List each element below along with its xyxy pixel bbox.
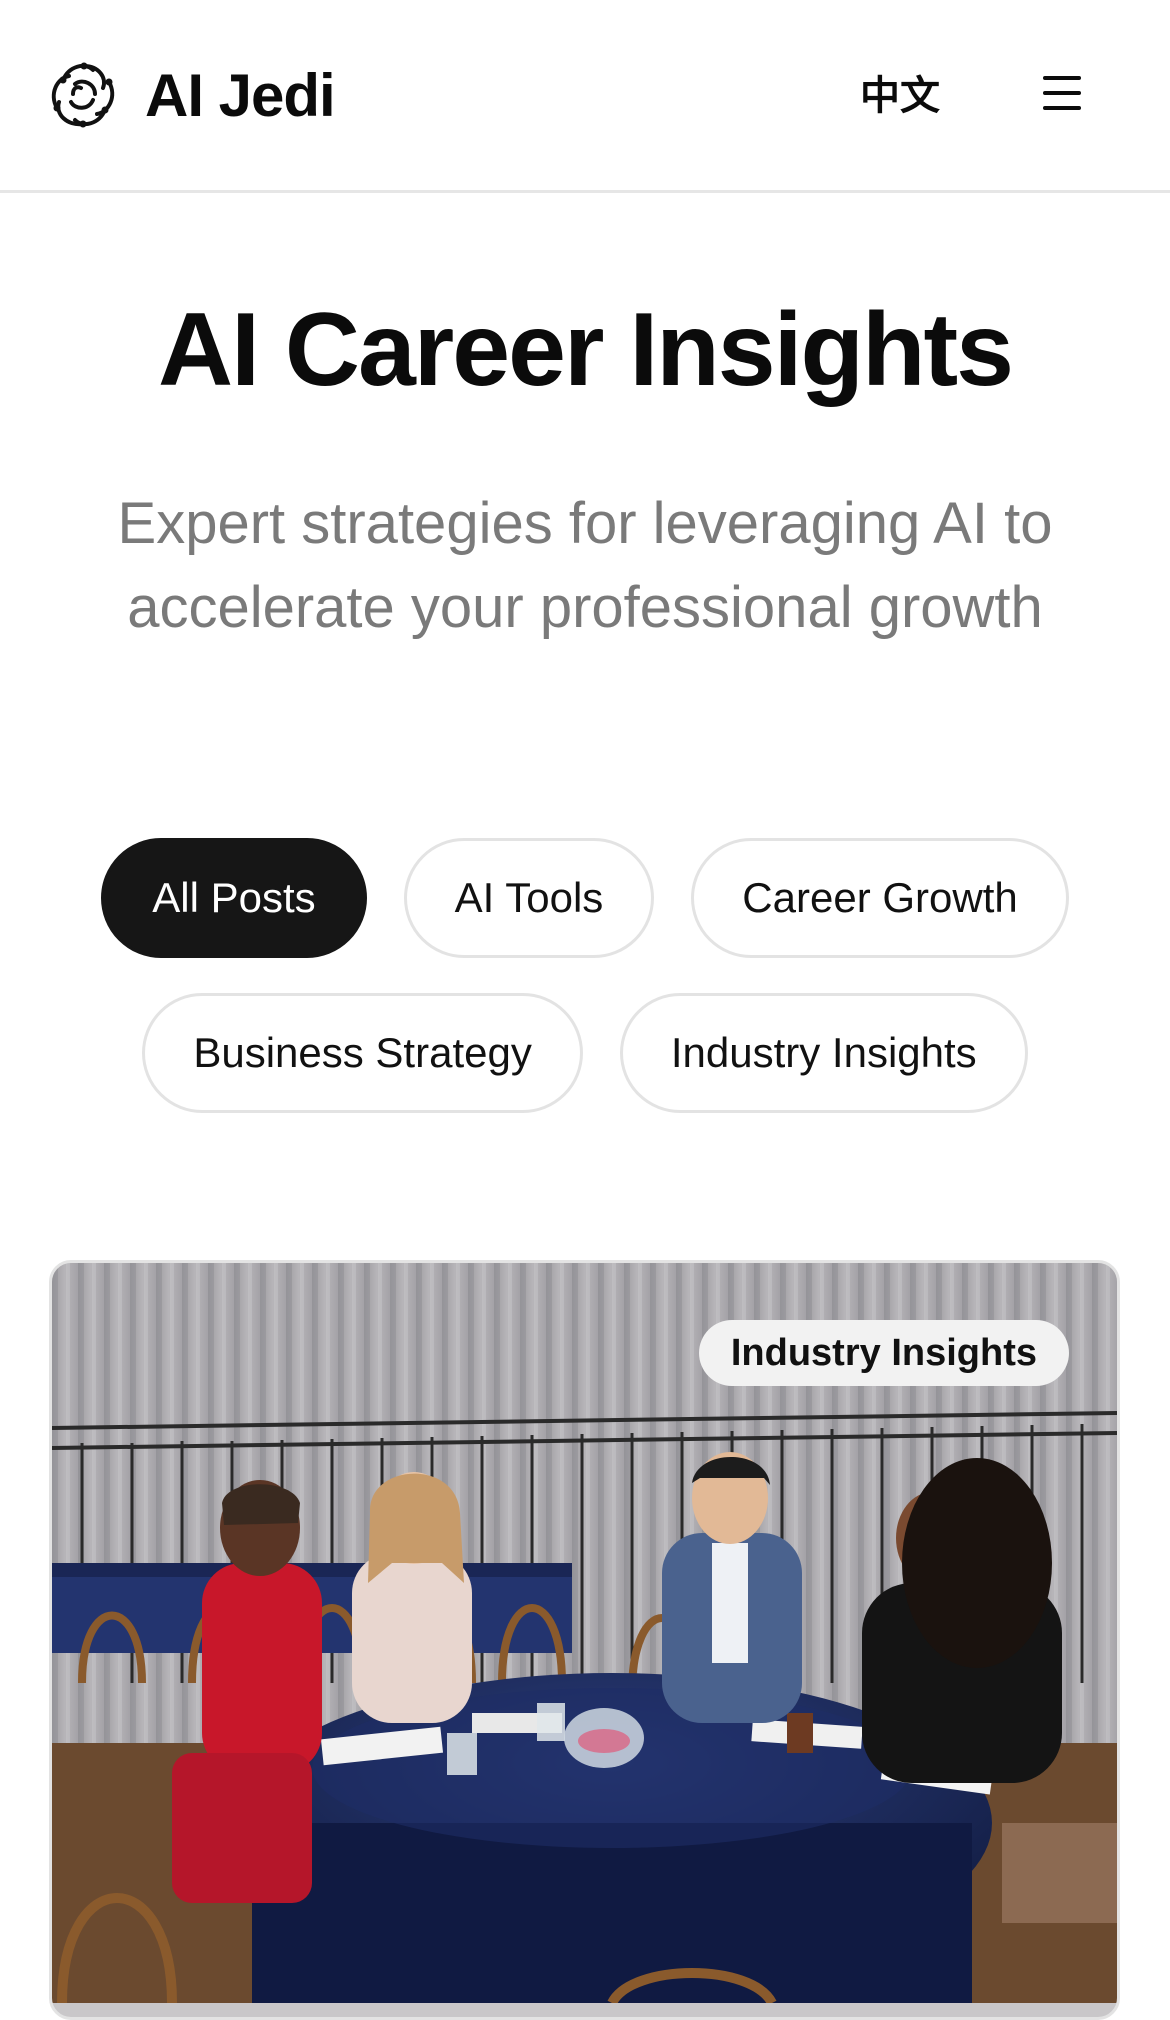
filter-industry-insights[interactable]: Industry Insights: [619, 993, 1028, 1113]
page-subtitle: Expert strategies for leveraging AI to a…: [117, 491, 1053, 640]
menu-bar: [1043, 91, 1081, 95]
featured-post-card[interactable]: Industry Insights: [49, 1260, 1120, 2020]
hamburger-menu-icon[interactable]: [1040, 76, 1084, 116]
language-switch-link[interactable]: 中文: [860, 68, 940, 124]
filter-all-posts[interactable]: All Posts: [101, 838, 367, 958]
site-logo-text[interactable]: AI Jedi: [145, 60, 336, 132]
filter-ai-tools[interactable]: AI Tools: [403, 838, 655, 958]
filter-career-growth[interactable]: Career Growth: [691, 838, 1069, 958]
category-filter-bar: All Posts AI Tools Career Growth Busines…: [70, 838, 1100, 1113]
menu-bar: [1043, 76, 1081, 80]
filter-business-strategy[interactable]: Business Strategy: [142, 993, 583, 1113]
page-title: AI Career Insights: [157, 292, 1014, 408]
knot-logo-icon[interactable]: [47, 58, 121, 132]
site-header: AI Jedi 中文: [0, 0, 1170, 193]
menu-bar: [1043, 106, 1081, 110]
category-badge[interactable]: Industry Insights: [698, 1320, 1069, 1386]
